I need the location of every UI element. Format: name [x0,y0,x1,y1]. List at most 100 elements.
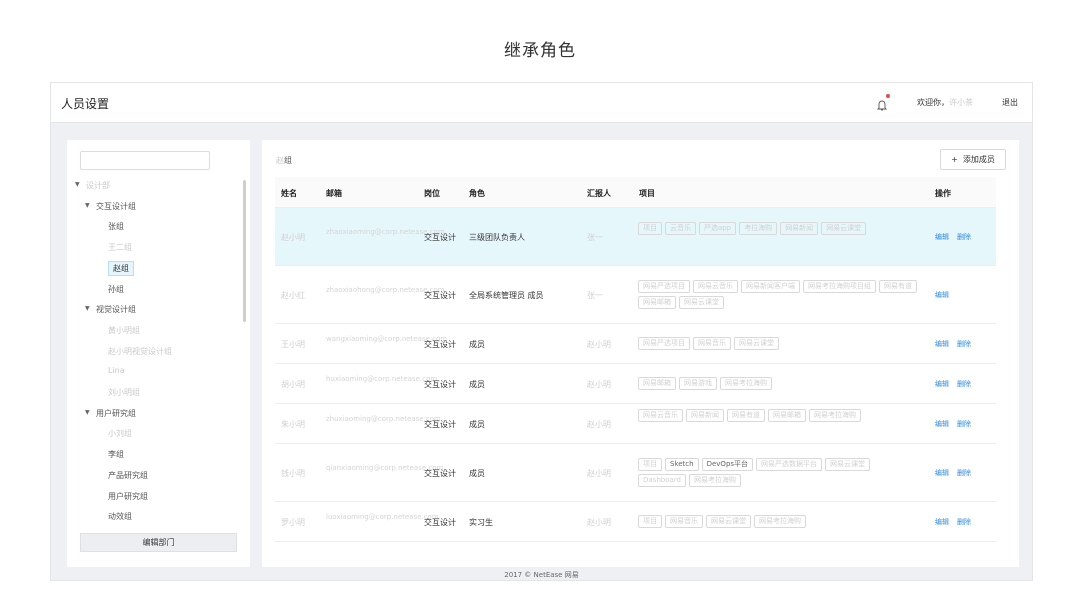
project-tag: 网易考拉海购 [688,474,741,487]
project-tag: 网易考拉海购 [754,515,806,528]
delete-link[interactable]: 删除 [957,380,971,388]
tree-node[interactable]: 交互设计组 [96,201,136,212]
table-row[interactable]: 钱小明 qianxiaoming@corp.netease.com 交互设计 成员 赵小… [275,444,996,502]
table-row[interactable]: 赵小明 zhaoxiaoming@corp.netease.com 交互设计 三级团队… [275,208,996,266]
tree-expand-icon[interactable]: ▼ [85,202,90,209]
project-tag: 网易云课堂 [679,296,724,309]
tree-node[interactable]: Lina [108,366,125,375]
member-email: huxiaoming@corp.netease.com [326,375,438,383]
tree-node[interactable]: 赵小明视觉设计组 [108,346,172,357]
group-title: 赵组 [276,155,292,166]
edit-link[interactable]: 编辑 [935,518,949,526]
username[interactable]: 许小茶 [949,98,973,107]
member-role: 实习生 [469,518,493,527]
project-tag: Sketch [665,458,699,471]
tree-expand-icon[interactable]: ▼ [85,409,90,416]
member-role: 三级团队负责人 [469,233,525,242]
member-role: 全局系统管理员 成员 [469,291,544,300]
member-post: 交互设计 [424,291,456,300]
project-tag: 网易云音乐 [693,280,738,293]
edit-link[interactable]: 编辑 [935,380,949,388]
member-name: 罗小明 [281,518,305,527]
tree-expand-icon[interactable]: ▼ [85,305,90,312]
delete-link[interactable]: 删除 [957,340,971,348]
row-actions: 编辑 删除 [935,379,979,389]
member-reporter: 赵小明 [587,380,611,389]
project-tag: 网易考拉海购 [720,377,772,390]
row-actions: 编辑 删除 [935,419,979,429]
table-row[interactable]: 朱小明 zhuxiaoming@corp.netease.com 交互设计 成员 赵小明… [275,404,996,444]
member-reporter: 赵小明 [587,518,611,527]
member-post: 交互设计 [424,340,456,349]
edit-department-button[interactable]: 编辑部门 [80,533,237,552]
member-reporter: 赵小明 [587,340,611,349]
member-post: 交互设计 [424,233,456,242]
notification-dot [886,94,890,98]
member-reporter: 赵小明 [587,420,611,429]
tree-node[interactable]: 小刘组 [108,428,132,439]
tree-node[interactable]: 产品研究组 [108,470,148,481]
delete-link[interactable]: 删除 [957,469,971,477]
member-email: wangxiaoming@corp.netease.com [326,335,448,343]
add-member-button[interactable]: + 添加成员 [940,149,1006,170]
tree-node[interactable]: 孙组 [108,284,124,295]
project-tags: 项目 网易音乐 网易云课堂 网易考拉海购 [638,515,923,531]
edit-link[interactable]: 编辑 [935,420,949,428]
tree-node[interactable]: 设计部 [86,180,110,191]
table-row[interactable]: 胡小明 huxiaoming@corp.netease.com 交互设计 成员 赵小明 网… [275,364,996,404]
project-tag: 考拉海购 [739,222,778,235]
tree-node[interactable]: 用户研究组 [96,408,136,419]
logout-link[interactable]: 退出 [1002,97,1018,108]
table-header: 姓名 邮箱 岗位 角色 汇报人 项目 操作 [275,177,996,208]
project-tag: Dashboard [638,474,686,487]
table-row[interactable]: 赵小红 zhaoxiaohong@corp.netease.com 交互设计 全局系统… [275,266,996,324]
tree-node[interactable]: 张组 [108,221,124,232]
member-reporter: 赵小明 [587,469,611,478]
member-role: 成员 [469,469,485,478]
tree-node[interactable]: 赵组 [108,260,134,276]
member-name: 钱小明 [281,469,305,478]
bell-icon[interactable] [876,94,890,111]
project-tag: 网易云课堂 [706,515,751,528]
project-tag: 网易考拉海购项目组 [803,280,876,293]
table-row[interactable]: 王小明 wangxiaoming@corp.netease.com 交互设计 成员 赵小… [275,324,996,364]
delete-link[interactable]: 删除 [957,233,971,241]
tree-node[interactable]: 黄小明组 [108,325,140,336]
tree-expand-icon[interactable]: ▼ [75,181,80,188]
tree-node[interactable]: 王二组 [108,242,132,253]
tree-node[interactable]: 动效组 [108,511,132,522]
department-search-input[interactable] [80,151,210,170]
delete-link[interactable]: 删除 [957,420,971,428]
table-row[interactable]: 罗小明 luoxiaoming@corp.netease.com 交互设计 实习生 赵小… [275,502,996,542]
tree-node[interactable]: 用户研究组 [108,491,148,502]
delete-link[interactable]: 删除 [957,518,971,526]
top-bar: 人员设置 欢迎你，许小茶 退出 [51,83,1032,123]
project-tag: 网易邮箱 [638,296,676,309]
project-tag: 网易邮箱 [768,409,806,422]
project-tag: 网易有道 [727,409,765,422]
project-tags: 网易云音乐 网易新闻 网易有道 网易邮箱 网易考拉海购 [638,409,923,425]
member-name: 朱小明 [281,420,305,429]
edit-link[interactable]: 编辑 [935,340,949,348]
col-role: 角色 [469,189,485,198]
member-post: 交互设计 [424,469,456,478]
project-tag: 网易音乐 [665,515,703,528]
member-role: 成员 [469,340,485,349]
add-member-label: 添加成员 [962,155,995,164]
footer: 2017 © NetEase 网易 [504,571,579,579]
member-name: 赵小明 [281,233,305,242]
project-tag: 项目 [638,222,662,235]
edit-link[interactable]: 编辑 [935,233,949,241]
project-tags: 网易严选项目 网易云音乐 网易新闻客户端 网易考拉海购项目组 网易有道网易邮箱 网易云课堂 [638,280,923,312]
page-caption: 继承角色 [504,41,576,61]
col-projects: 项目 [639,189,655,198]
sidebar-scrollbar[interactable] [243,180,246,322]
group-title-suffix: 组 [284,156,292,165]
member-name: 赵小红 [281,291,305,300]
edit-link[interactable]: 编辑 [935,469,949,477]
tree-node[interactable]: 李组 [108,449,124,460]
edit-link[interactable]: 编辑 [935,291,949,299]
tree-node[interactable]: 刘小明组 [108,387,140,398]
tree-node[interactable]: 视觉设计组 [96,304,136,315]
col-name: 姓名 [281,189,297,198]
